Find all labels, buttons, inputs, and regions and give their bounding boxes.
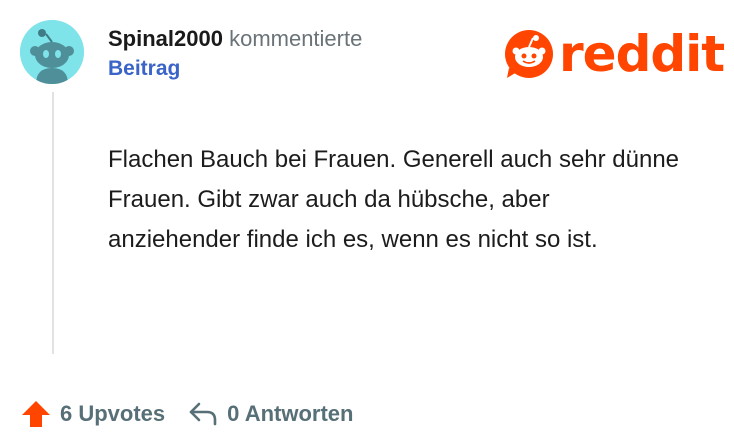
username[interactable]: Spinal2000 [108,26,223,51]
comment-footer: 6 Upvotes 0 Antworten [20,398,353,430]
comment-header: Spinal2000 kommentierte Beitrag [108,24,362,84]
upvote-arrow-icon [20,398,52,430]
comment-action-text: kommentierte [229,26,363,51]
comment-body: Flachen Bauch bei Frauen. Generell auch … [108,146,680,253]
post-link[interactable]: Beitrag [108,54,362,84]
reply-arrow-icon [187,400,219,428]
reddit-logo-icon [505,30,553,78]
reddit-wordmark: reddit [559,25,725,83]
thread-line [52,92,54,354]
snoo-avatar-icon [20,20,84,84]
upvote-button[interactable]: 6 Upvotes [20,398,165,430]
upvote-count: 6 Upvotes [60,401,166,426]
reply-button[interactable]: 0 Antworten [187,400,353,428]
reddit-logo: reddit [503,24,725,84]
user-avatar[interactable] [20,20,84,84]
reply-count: 0 Antworten [227,401,354,426]
